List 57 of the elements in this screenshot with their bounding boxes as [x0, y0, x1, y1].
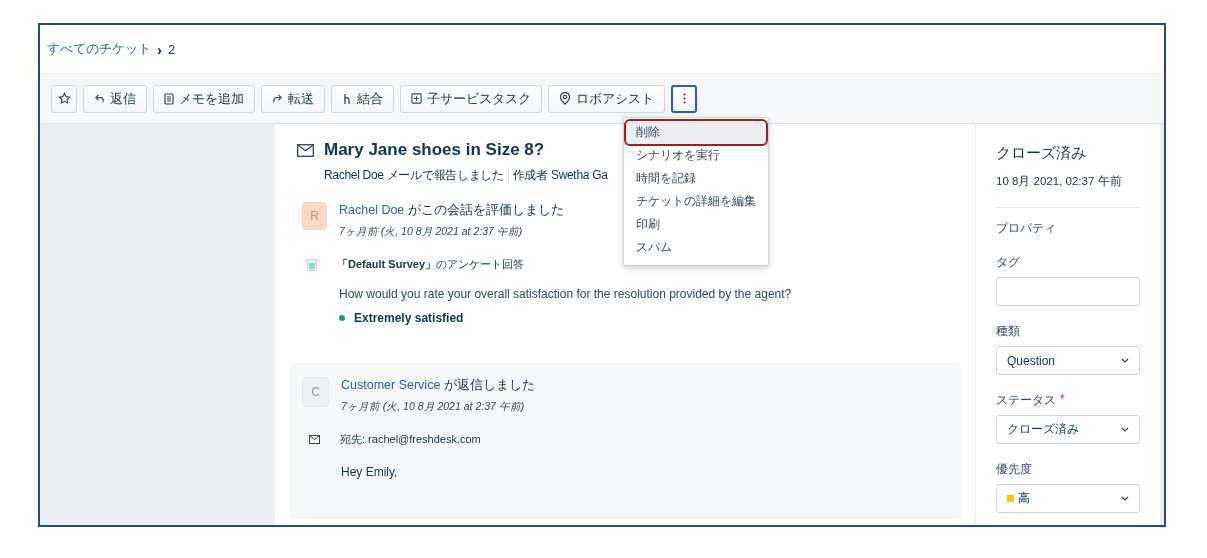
author-text: 作成者 Swetha Ga — [512, 167, 608, 184]
select-field[interactable]: 高 — [996, 484, 1140, 513]
recipient: 宛先: rachel@freshdesk.com — [340, 432, 481, 447]
star-icon — [57, 92, 71, 105]
forward-button[interactable]: 転送 — [261, 84, 325, 113]
breadcrumb-current: 2 — [168, 41, 176, 57]
survey-answer: Extremely satisfied — [354, 311, 464, 325]
merge-button[interactable]: 結合 — [331, 84, 394, 113]
required-mark: * — [1060, 392, 1065, 408]
more-icon — [682, 93, 686, 104]
chevron-down-icon — [1121, 496, 1129, 501]
section-heading: プロパティ — [996, 220, 1057, 237]
forward-icon — [272, 93, 283, 104]
select-field[interactable]: クローズ済み — [996, 415, 1140, 444]
menu-item[interactable]: スパム — [626, 236, 766, 259]
ticket-title: Mary Jane shoes in Size 8? — [324, 140, 546, 160]
pin-icon — [559, 92, 571, 105]
reply-icon — [94, 93, 105, 104]
tag-input[interactable] — [996, 277, 1140, 306]
status-date: 10 8月 2021, 02:37 午前 — [996, 174, 1123, 189]
survey-question: How would you rate your overall satisfaction for the resolution provided by the agent? — [339, 287, 792, 301]
field-label: タグ — [996, 254, 1020, 271]
child-button[interactable]: 子サービスタスク — [400, 84, 542, 113]
more-button[interactable] — [671, 84, 697, 113]
plus-box-icon — [411, 93, 422, 104]
timestamp: 7ヶ月前 (火, 10 8月 2021 at 2:37 午前) — [339, 225, 523, 239]
menu-item[interactable]: 時間を記録 — [626, 167, 766, 190]
robo-button[interactable]: ロボアシスト — [548, 84, 665, 113]
activity-text: Rachel Doe がこの会話を評価しました — [339, 202, 564, 219]
avatar: C — [302, 377, 329, 407]
field-label: 種類 — [996, 323, 1020, 340]
status-heading: クローズ済み — [996, 144, 1087, 163]
mail-icon — [309, 435, 320, 444]
field-label: 優先度 — [996, 461, 1032, 478]
breadcrumb-link[interactable]: すべてのチケット — [47, 40, 151, 58]
document-icon — [307, 258, 317, 271]
select-field[interactable]: Question — [996, 346, 1140, 375]
reporter-text: Rachel Doe メールで報告しました — [324, 167, 504, 184]
merge-icon — [342, 92, 352, 105]
timestamp: 7ヶ月前 (火, 10 8月 2021 at 2:37 午前) — [341, 400, 525, 414]
breadcrumb-separator: › — [157, 40, 162, 58]
field-label: ステータス — [996, 392, 1056, 409]
menu-item[interactable]: 印刷 — [626, 213, 766, 236]
reply-button[interactable]: 返信 — [83, 84, 147, 113]
avatar: R — [302, 202, 327, 230]
menu-item[interactable]: 削除 — [626, 121, 766, 144]
activity-text: Customer Service が返信しました — [341, 377, 535, 394]
note-icon — [164, 92, 174, 105]
chevron-down-icon — [1121, 427, 1129, 432]
menu-item[interactable]: シナリオを実行 — [626, 144, 766, 167]
message-body: Hey Emily, — [341, 465, 399, 479]
favorite-button[interactable] — [51, 84, 77, 113]
survey-title: 「Default Survey」のアンケート回答 — [337, 257, 525, 272]
mail-icon — [297, 144, 314, 157]
note-button[interactable]: メモを追加 — [153, 84, 255, 113]
menu-item[interactable]: チケットの詳細を編集 — [626, 190, 766, 213]
chevron-down-icon — [1121, 358, 1129, 363]
